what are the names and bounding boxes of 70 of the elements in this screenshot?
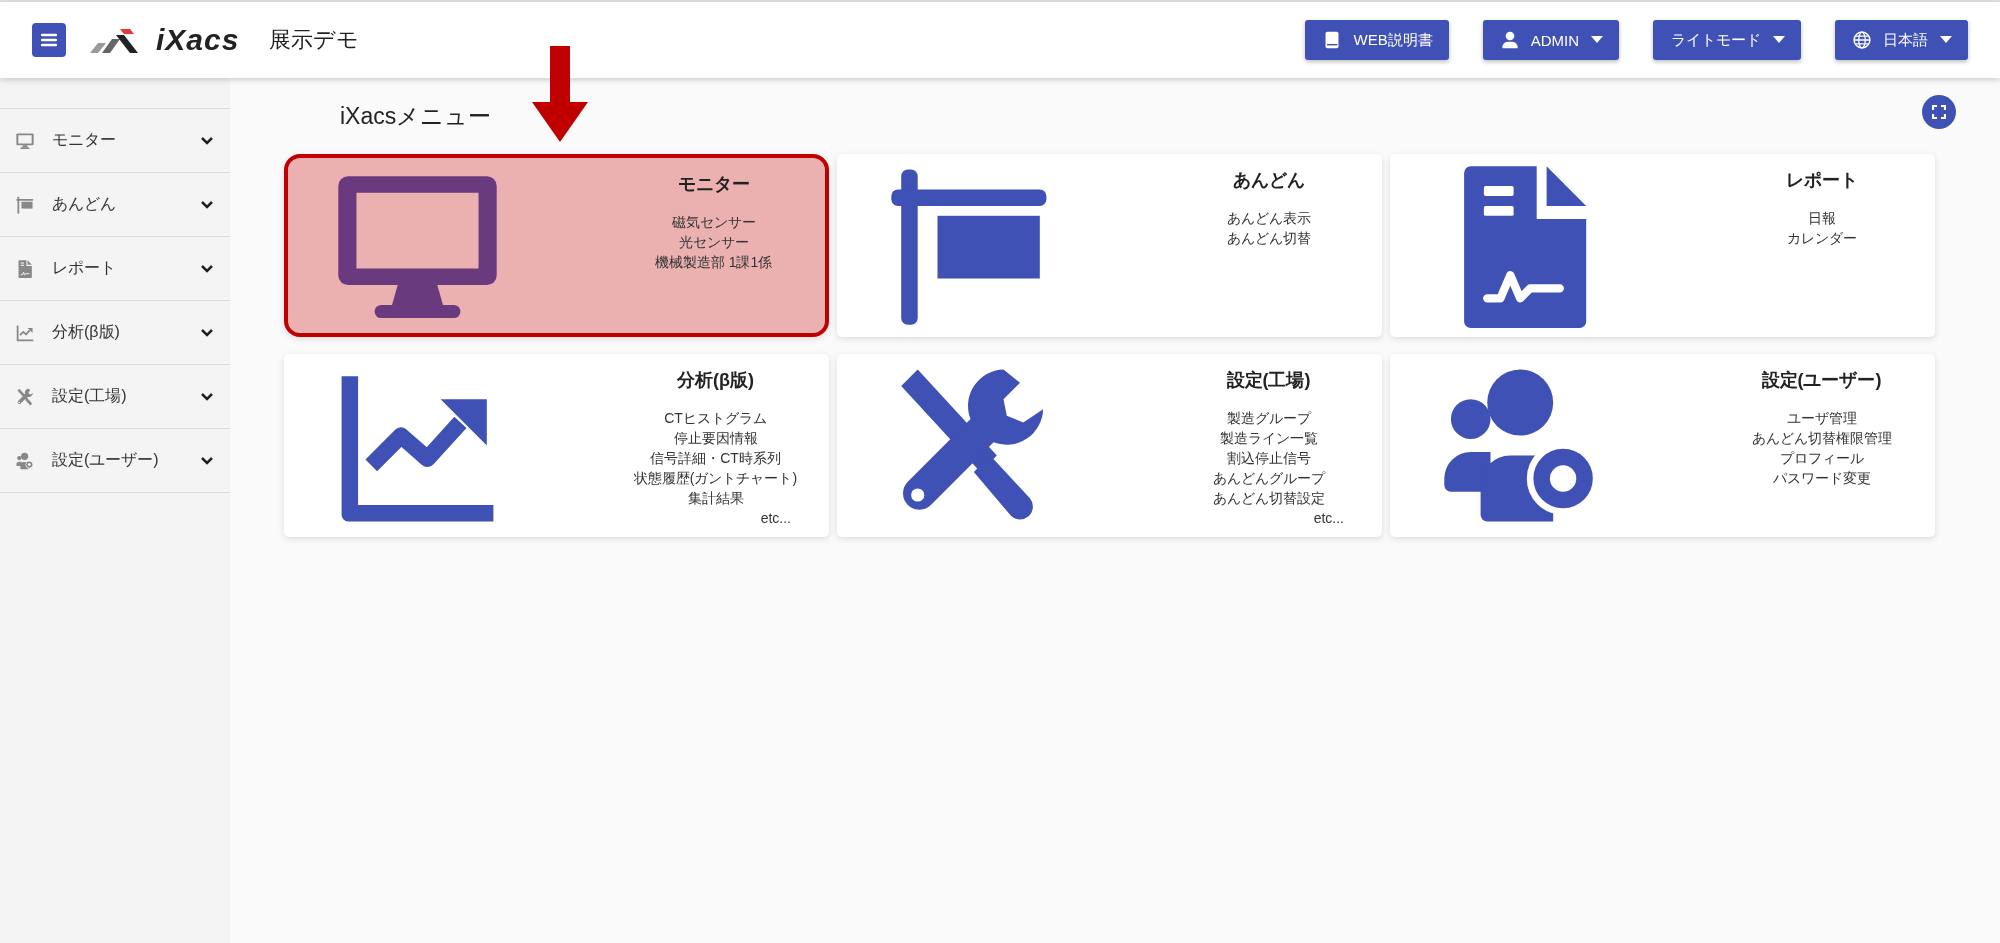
logo-text: iXacs (156, 23, 240, 57)
sidebar-item[interactable]: 設定(ユーザー) (0, 428, 230, 493)
sidebar-item[interactable]: レポート (0, 236, 230, 300)
caret-icon (1773, 36, 1785, 44)
user-button[interactable]: ADMIN (1482, 20, 1619, 60)
menu-icon (41, 33, 57, 47)
language-button[interactable]: 日本語 (1835, 20, 1968, 60)
card-link[interactable]: カレンダー (1786, 228, 1857, 248)
menu-card[interactable]: 設定(工場) 製造グループ 製造ライン一覧 割込停止信号 あんどんグループ あんどん切替設定 etc... (837, 354, 1382, 537)
user-icon (1500, 31, 1519, 49)
card-link[interactable]: 磁気センサー (671, 212, 756, 232)
app-title: 展示デモ (269, 26, 360, 54)
card-link[interactable]: 製造ライン一覧 (1219, 428, 1318, 448)
menu-card[interactable]: レポート 日報 カレンダー (1390, 154, 1935, 337)
fullscreen-icon (1932, 105, 1946, 119)
card-link[interactable]: CTヒストグラム (664, 408, 767, 428)
card-link[interactable]: あんどん切替設定 (1212, 488, 1325, 508)
chevron-down-icon (200, 327, 214, 338)
card-link[interactable]: 信号詳細・CT時系列 (650, 448, 781, 468)
caret-icon (1940, 36, 1952, 44)
card-title: 分析(β版) (677, 369, 754, 392)
chevron-down-icon (200, 263, 214, 274)
chart-icon (16, 323, 34, 342)
page-title: iXacsメニュー (340, 101, 492, 131)
globe-icon (1853, 31, 1871, 49)
card-link[interactable]: 日報 (1807, 208, 1836, 228)
menu-card[interactable]: モニター 磁気センサー 光センサー 機械製造部 1課1係 (284, 154, 829, 337)
chevron-down-icon (200, 199, 214, 210)
card-link[interactable]: 機械製造部 1課1係 (654, 252, 773, 272)
tools-icon (16, 387, 34, 406)
card-title: 設定(ユーザー) (1761, 369, 1882, 392)
arrow-annotation-icon (530, 46, 590, 142)
sidebar-item[interactable]: モニター (0, 108, 230, 172)
chevron-down-icon (200, 455, 214, 466)
fullscreen-button[interactable] (1922, 95, 1956, 129)
card-title: レポート (1785, 169, 1858, 192)
users-gear-icon (16, 451, 34, 470)
card-link[interactable]: プロフィール (1779, 448, 1864, 468)
sidebar-item[interactable]: あんどん (0, 172, 230, 236)
more-text: etc... (760, 509, 791, 528)
sidebar-item[interactable]: 設定(工場) (0, 364, 230, 428)
card-link[interactable]: あんどん切替 (1226, 228, 1311, 248)
more-text: etc... (1313, 509, 1344, 528)
menu-card[interactable]: 設定(ユーザー) ユーザ管理 あんどん切替権限管理 プロフィール パスワード変更 (1390, 354, 1935, 537)
card-title: モニター (677, 173, 750, 196)
menu-button[interactable] (32, 23, 66, 57)
card-link[interactable]: 光センサー (678, 232, 749, 252)
card-link[interactable]: あんどんグループ (1212, 468, 1325, 488)
chevron-down-icon (200, 135, 214, 146)
menu-card[interactable]: あんどん あんどん表示 あんどん切替 (837, 154, 1382, 337)
chevron-down-icon (200, 391, 214, 402)
caret-icon (1591, 36, 1603, 44)
card-link[interactable]: 停止要因情報 (673, 428, 758, 448)
card-link[interactable]: 製造グループ (1226, 408, 1311, 428)
sidebar-item[interactable]: 分析(β版) (0, 300, 230, 364)
card-link[interactable]: 割込停止信号 (1226, 448, 1311, 468)
card-link[interactable]: 状態履歴(ガントチャート) (633, 468, 798, 488)
document-icon (16, 259, 34, 278)
flag-icon (16, 195, 34, 214)
card-link[interactable]: パスワード変更 (1772, 468, 1871, 488)
card-link[interactable]: あんどん切替権限管理 (1751, 428, 1892, 448)
menu-card[interactable]: 分析(β版) CTヒストグラム 停止要因情報 信号詳細・CT時系列 状態履歴(ガントチャート) 集計結果 etc... (284, 354, 829, 537)
card-link[interactable]: 集計結果 (687, 488, 744, 508)
theme-button[interactable]: ライトモード (1653, 20, 1801, 60)
manual-button[interactable]: WEB説明書 (1305, 20, 1449, 60)
card-title: あんどん (1232, 169, 1305, 192)
card-link[interactable]: ユーザ管理 (1786, 408, 1857, 428)
card-title: 設定(工場) (1226, 369, 1311, 392)
monitor-icon (16, 131, 34, 150)
card-link[interactable]: あんどん表示 (1226, 208, 1311, 228)
